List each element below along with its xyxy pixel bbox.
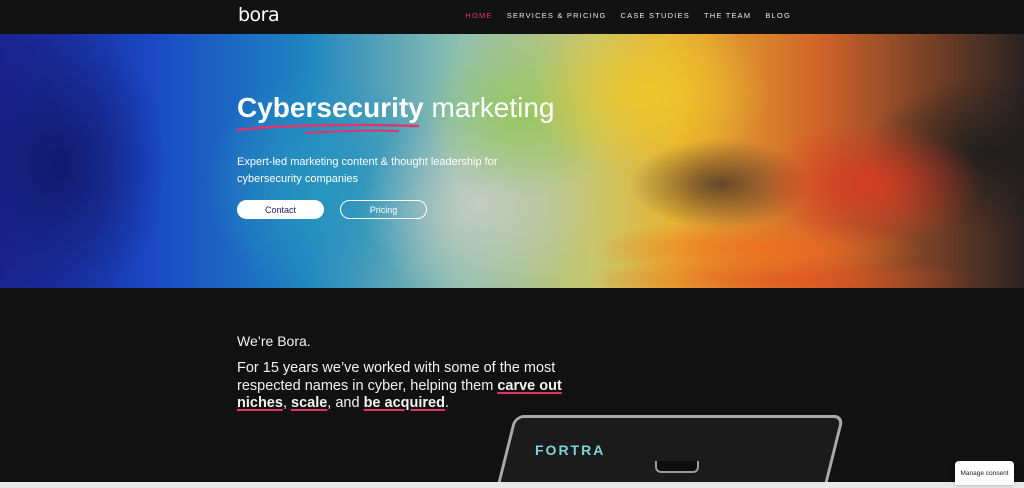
about-sep-2: , and (327, 395, 364, 411)
laptop-camera-notch (655, 461, 699, 473)
about-text-end: . (444, 395, 449, 411)
about-heading: We’re Bora. (237, 333, 311, 349)
highlight-scale: scale (291, 395, 328, 411)
hero-title-light: marketing (431, 92, 555, 123)
nav-link-blog[interactable]: BLOG (765, 11, 791, 20)
page-bottom-edge (0, 482, 1024, 488)
hero-title-bold: Cybersecurity (237, 92, 424, 123)
nav-link-the-team[interactable]: THE TEAM (704, 11, 751, 20)
hero-subtitle: Expert-led marketing content & thought l… (237, 156, 498, 185)
hero-banner: Cybersecurity marketing Expert-led marke… (0, 34, 1024, 288)
manage-consent-button[interactable]: Manage consent (955, 461, 1014, 485)
about-sep-1: , (282, 395, 291, 411)
nav-link-home[interactable]: HOME (465, 11, 492, 20)
contact-button[interactable]: Contact (237, 200, 324, 219)
hero-title: Cybersecurity marketing (237, 92, 554, 124)
pricing-button[interactable]: Pricing (340, 200, 427, 219)
bora-logo[interactable]: bora (238, 4, 280, 26)
about-text: For 15 years we’ve worked with some of t… (237, 360, 577, 413)
top-navigation: bora HOME SERVICES & PRICING CASE STUDIE… (0, 0, 1024, 34)
highlight-be-acquired: be acquired (363, 395, 445, 411)
laptop-screen-logo: FORTRA (535, 442, 606, 458)
nav-link-case-studies[interactable]: CASE STUDIES (621, 11, 690, 20)
nav-links: HOME SERVICES & PRICING CASE STUDIES THE… (465, 11, 791, 20)
nav-link-services-pricing[interactable]: SERVICES & PRICING (507, 11, 607, 20)
title-underline-swoosh (236, 123, 420, 134)
